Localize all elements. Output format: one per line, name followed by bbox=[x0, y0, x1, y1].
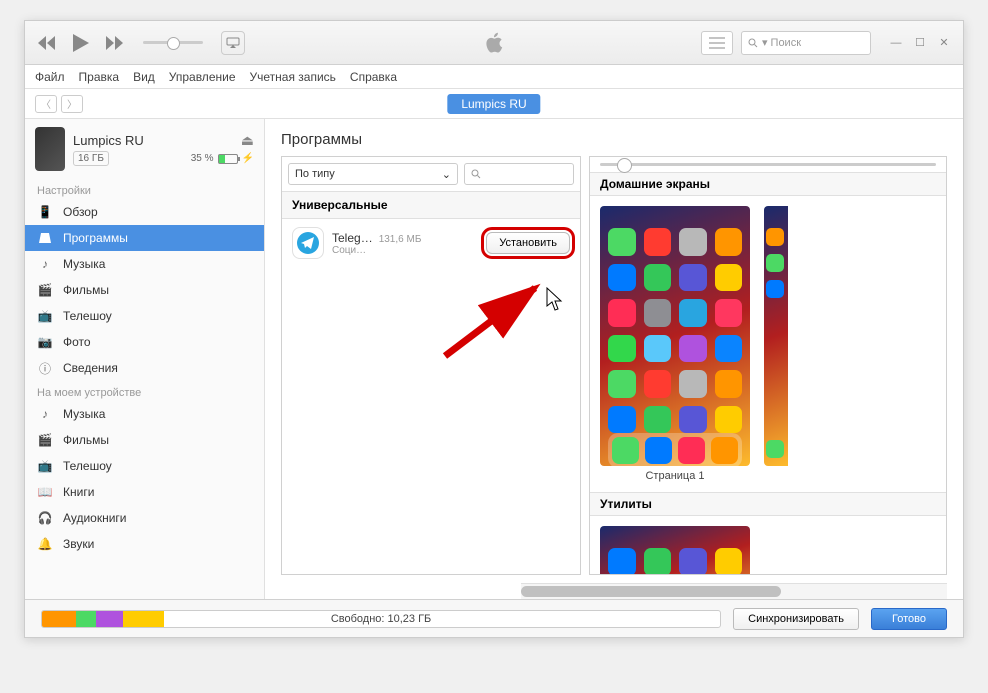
tv-icon: 📺 bbox=[37, 308, 53, 324]
sidebar-item-music[interactable]: ♪Музыка bbox=[25, 251, 264, 277]
homescreen-page-1[interactable]: Страница 1 bbox=[600, 206, 750, 482]
page-caption: Страница 1 bbox=[645, 470, 704, 482]
menu-bar: Файл Правка Вид Управление Учетная запис… bbox=[25, 65, 963, 89]
sidebar-item-movies[interactable]: 🎬Фильмы bbox=[25, 277, 264, 303]
play-button[interactable] bbox=[67, 29, 95, 57]
homescreen-page-2[interactable] bbox=[764, 206, 788, 466]
filter-input[interactable] bbox=[464, 163, 574, 185]
bell-icon: 🔔 bbox=[37, 536, 53, 552]
tv-icon: 📺 bbox=[37, 458, 53, 474]
sidebar-section-settings: Настройки bbox=[25, 179, 264, 199]
sort-select[interactable]: По типу⌄ bbox=[288, 163, 458, 185]
menu-file[interactable]: Файл bbox=[35, 70, 65, 84]
menu-view[interactable]: Вид bbox=[133, 70, 155, 84]
photo-icon: 📷 bbox=[37, 334, 53, 350]
device-thumbnail-icon bbox=[35, 127, 65, 171]
utilities-folder[interactable] bbox=[600, 526, 750, 575]
toolbar-right: ▾ Поиск — ☐ ✕ bbox=[701, 31, 955, 55]
sidebar-section-ondevice: На моем устройстве bbox=[25, 381, 264, 401]
book-icon: 📖 bbox=[37, 484, 53, 500]
volume-slider[interactable] bbox=[143, 41, 203, 44]
storage-free-text: Свободно: 10,23 ГБ bbox=[331, 613, 431, 625]
storage-bar: Свободно: 10,23 ГБ bbox=[41, 610, 721, 628]
app-category: Соци… bbox=[332, 245, 366, 256]
device-bar: 〈 〉 Lumpics RU bbox=[25, 89, 963, 119]
sidebar-item-info[interactable]: ⓘСведения bbox=[25, 355, 264, 381]
nav-back-button[interactable]: 〈 bbox=[35, 95, 57, 113]
top-toolbar: ▾ Поиск — ☐ ✕ bbox=[25, 21, 963, 65]
airplay-button[interactable] bbox=[221, 31, 245, 55]
menu-controls[interactable]: Управление bbox=[169, 70, 236, 84]
apps-icon bbox=[37, 230, 53, 246]
telegram-icon bbox=[292, 227, 324, 259]
device-battery: 35 % ⚡ bbox=[191, 153, 254, 164]
horizontal-scrollbar[interactable] bbox=[521, 583, 947, 599]
info-icon: ⓘ bbox=[37, 360, 53, 376]
menu-account[interactable]: Учетная запись bbox=[250, 70, 336, 84]
music-icon: ♪ bbox=[37, 406, 53, 422]
eject-button[interactable]: ⏏ bbox=[241, 132, 254, 149]
sync-button[interactable]: Синхронизировать bbox=[733, 608, 859, 630]
playback-controls bbox=[33, 29, 245, 57]
device-name: Lumpics RU bbox=[73, 133, 144, 148]
content-area: Программы По типу⌄ Универсальные bbox=[265, 119, 963, 599]
sidebar-item-photos[interactable]: 📷Фото bbox=[25, 329, 264, 355]
category-header: Универсальные bbox=[282, 192, 580, 219]
device-storage: 16 ГБ bbox=[73, 151, 109, 166]
zoom-slider[interactable] bbox=[600, 163, 936, 166]
menu-edit[interactable]: Правка bbox=[79, 70, 120, 84]
itunes-window: ▾ Поиск — ☐ ✕ Файл Правка Вид Управление… bbox=[24, 20, 964, 638]
audiobook-icon: 🎧 bbox=[37, 510, 53, 526]
apple-logo-icon bbox=[484, 31, 504, 55]
main-content: Lumpics RU ⏏ 16 ГБ 35 % ⚡ Настройки 📱Обз… bbox=[25, 119, 963, 599]
movies-icon: 🎬 bbox=[37, 282, 53, 298]
maximize-button[interactable]: ☐ bbox=[909, 34, 931, 52]
search-placeholder: Поиск bbox=[771, 37, 801, 49]
sidebar-item-device-audiobooks[interactable]: 🎧Аудиокниги bbox=[25, 505, 264, 531]
minimize-button[interactable]: — bbox=[885, 34, 907, 52]
nav-forward-button[interactable]: 〉 bbox=[61, 95, 83, 113]
done-button[interactable]: Готово bbox=[871, 608, 947, 630]
sidebar: Lumpics RU ⏏ 16 ГБ 35 % ⚡ Настройки 📱Обз… bbox=[25, 119, 265, 599]
app-name: Teleg… bbox=[332, 231, 373, 245]
next-button[interactable] bbox=[101, 29, 129, 57]
sidebar-item-device-tones[interactable]: 🔔Звуки bbox=[25, 531, 264, 557]
sidebar-item-overview[interactable]: 📱Обзор bbox=[25, 199, 264, 225]
homescreens-label: Домашние экраны bbox=[590, 173, 946, 196]
content-title: Программы bbox=[265, 119, 963, 156]
previous-button[interactable] bbox=[33, 29, 61, 57]
movies-icon: 🎬 bbox=[37, 432, 53, 448]
list-view-button[interactable] bbox=[701, 31, 733, 55]
app-size: 131,6 МБ bbox=[379, 234, 422, 245]
utilities-label: Утилиты bbox=[590, 493, 946, 516]
install-button[interactable]: Установить bbox=[486, 232, 570, 254]
window-controls: — ☐ ✕ bbox=[885, 34, 955, 52]
sidebar-item-device-movies[interactable]: 🎬Фильмы bbox=[25, 427, 264, 453]
battery-icon bbox=[218, 154, 238, 164]
app-row: Teleg… 131,6 МБ Соци… Установить bbox=[282, 219, 580, 267]
device-header: Lumpics RU ⏏ 16 ГБ 35 % ⚡ bbox=[25, 119, 264, 179]
sidebar-item-device-music[interactable]: ♪Музыка bbox=[25, 401, 264, 427]
sidebar-item-device-books[interactable]: 📖Книги bbox=[25, 479, 264, 505]
sidebar-item-device-tvshows[interactable]: 📺Телешоу bbox=[25, 453, 264, 479]
menu-help[interactable]: Справка bbox=[350, 70, 397, 84]
device-icon: 📱 bbox=[37, 204, 53, 220]
screens-panel: Домашние экраны Страница 1 bbox=[589, 156, 947, 575]
apps-panel: По типу⌄ Универсальные Teleg… bbox=[281, 156, 581, 575]
search-input[interactable]: ▾ Поиск bbox=[741, 31, 871, 55]
sidebar-item-apps[interactable]: Программы bbox=[25, 225, 264, 251]
footer: Свободно: 10,23 ГБ Синхронизировать Гото… bbox=[25, 599, 963, 637]
music-icon: ♪ bbox=[37, 256, 53, 272]
close-button[interactable]: ✕ bbox=[933, 34, 955, 52]
device-tab[interactable]: Lumpics RU bbox=[447, 94, 540, 114]
sidebar-item-tvshows[interactable]: 📺Телешоу bbox=[25, 303, 264, 329]
